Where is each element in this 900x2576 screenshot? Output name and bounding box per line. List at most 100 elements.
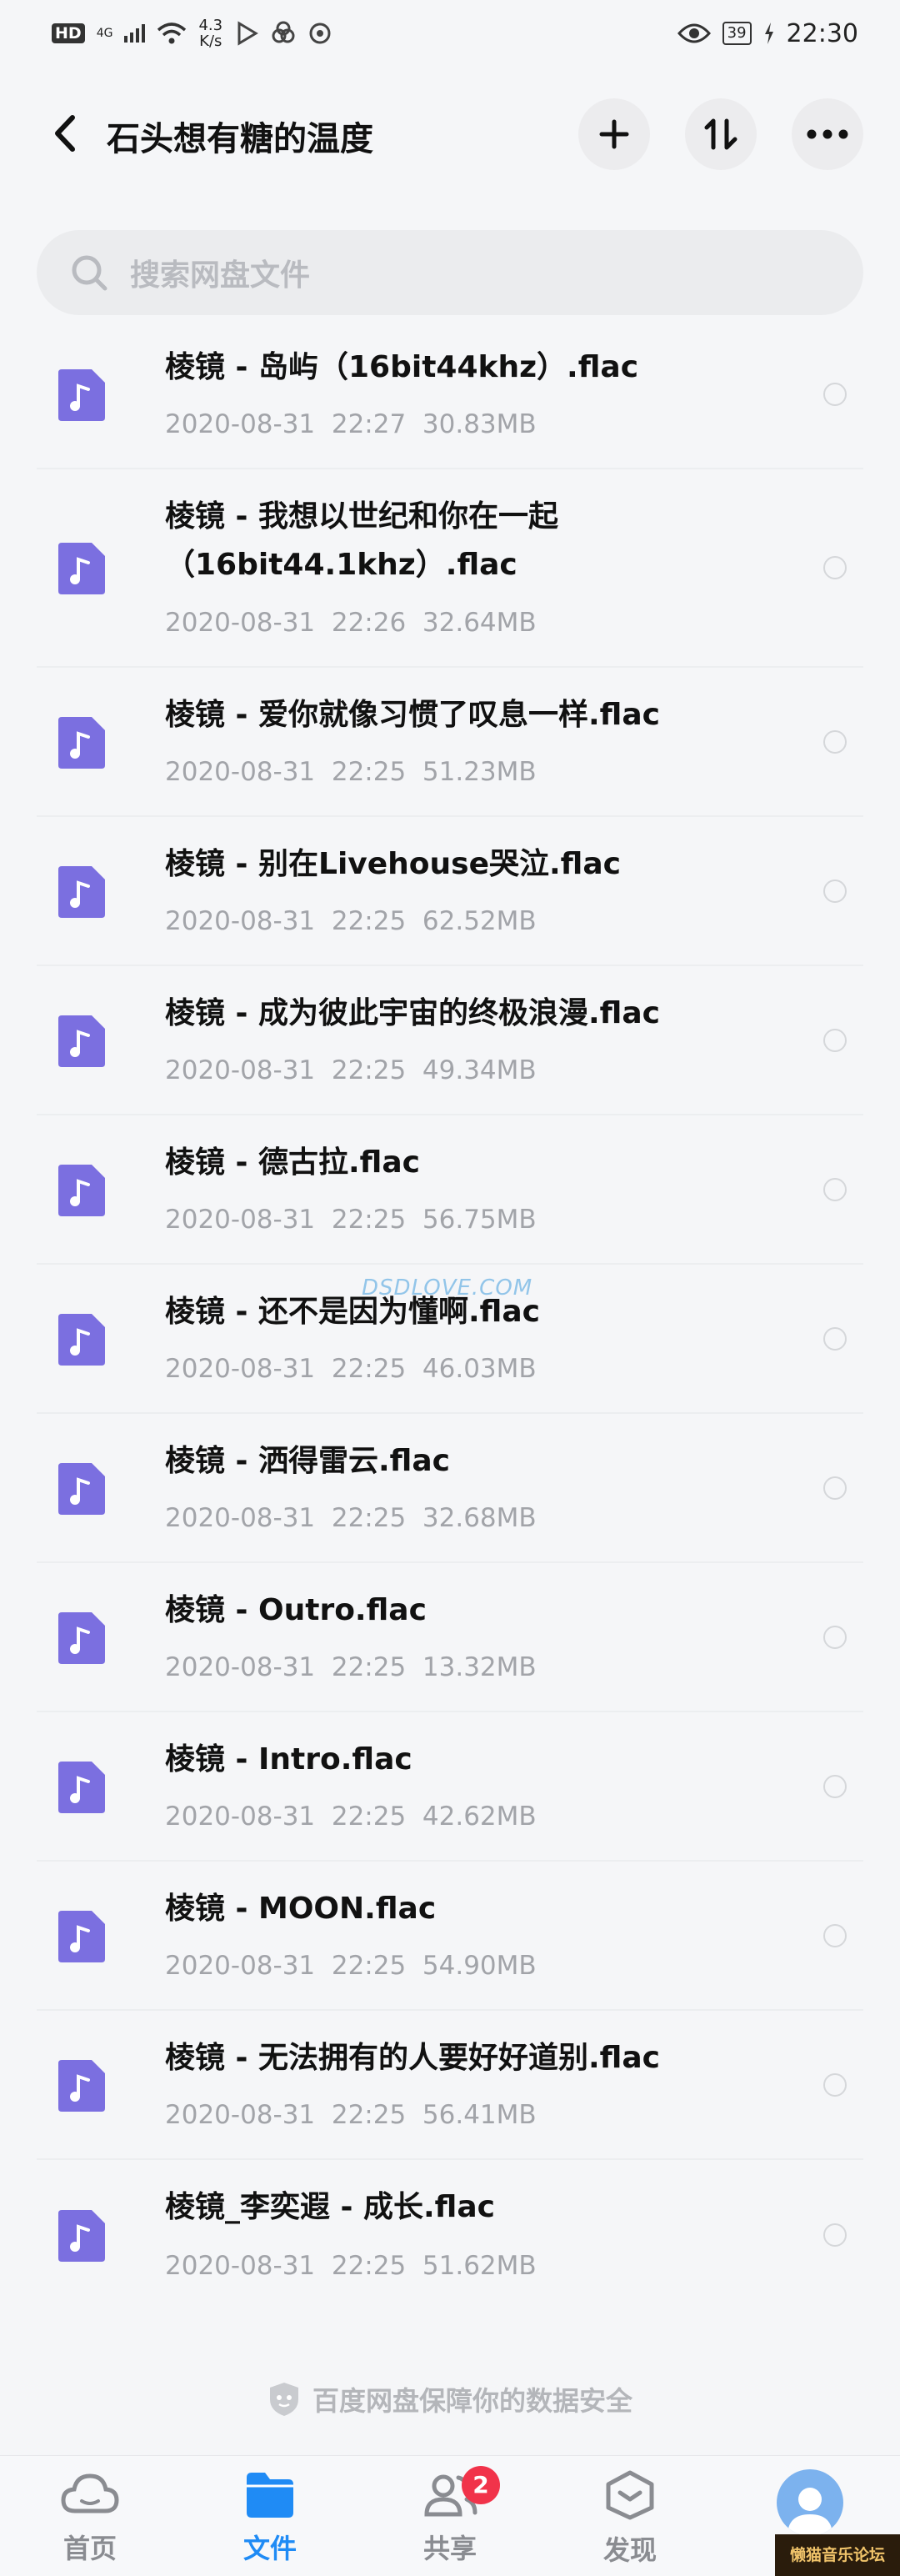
file-row[interactable]: 棱镜 - 无法拥有的人要好好道别.flac 2020-08-31 22:25 5… — [37, 2011, 863, 2160]
file-name: 棱镜 - Intro.flac — [165, 1742, 412, 1777]
select-checkbox[interactable] — [823, 1028, 847, 1052]
status-bar: HD 4G 4.3 K/s 39 22:30 — [0, 0, 900, 67]
file-row[interactable]: 棱镜 - 成为彼此宇宙的终极浪漫.flac 2020-08-31 22:25 4… — [37, 966, 863, 1115]
select-checkbox[interactable] — [823, 1923, 847, 1947]
file-row[interactable]: 棱镜 - MOON.flac 2020-08-31 22:25 54.90MB — [37, 1862, 863, 2011]
file-meta: 2020-08-31 22:25 32.68MB — [165, 1503, 537, 1533]
cloud-icon — [61, 2473, 119, 2513]
audio-file-icon — [58, 1313, 105, 1366]
search-input[interactable]: 搜索网盘文件 — [37, 230, 863, 315]
sort-icon — [704, 118, 738, 150]
select-checkbox[interactable] — [823, 2223, 847, 2247]
page-title: 石头想有糖的温度 — [107, 120, 373, 158]
eye-icon — [677, 23, 711, 43]
file-row[interactable]: 棱镜 - 我想以世纪和你在一起（16bit44.1khz）.flac 2020-… — [37, 469, 863, 668]
file-meta: 2020-08-31 22:25 49.34MB — [165, 1055, 537, 1085]
select-checkbox[interactable] — [823, 382, 847, 406]
add-button[interactable] — [578, 98, 650, 170]
file-row[interactable]: 棱镜 - 洒得雷云.flac 2020-08-31 22:25 32.68MB — [37, 1414, 863, 1563]
network-type: 4G — [96, 27, 113, 40]
speed-value: 4.3 — [198, 17, 223, 34]
audio-file-icon — [58, 716, 105, 769]
audio-file-icon — [58, 2059, 105, 2112]
watermark-text: DSDLOVE.COM — [362, 1275, 533, 1301]
select-checkbox[interactable] — [823, 1326, 847, 1351]
clock: 22:30 — [786, 18, 858, 48]
tab-home[interactable]: 首页 — [32, 2469, 148, 2573]
file-name: 棱镜 - 别在Livehouse哭泣.flac — [165, 847, 621, 881]
file-name: 棱镜 - Outro.flac — [165, 1593, 427, 1627]
sort-button[interactable] — [685, 98, 757, 170]
tab-discover[interactable]: 发现 — [572, 2469, 688, 2573]
tab-home-label: 首页 — [62, 2533, 117, 2564]
tab-files[interactable]: 文件 — [212, 2469, 328, 2573]
file-meta: 2020-08-31 22:25 51.23MB — [165, 757, 537, 787]
file-meta: 2020-08-31 22:25 46.03MB — [165, 1354, 537, 1384]
audio-file-icon — [58, 1761, 105, 1813]
file-name: 棱镜_李奕遐 - 成长.flac — [165, 2190, 496, 2224]
file-row[interactable]: 棱镜_李奕遐 - 成长.flac 2020-08-31 22:25 51.62M… — [37, 2160, 863, 2309]
file-row[interactable]: 棱镜 - 别在Livehouse哭泣.flac 2020-08-31 22:25… — [37, 817, 863, 966]
security-note: 百度网盘保障你的数据安全 — [0, 2376, 900, 2423]
battery-icon: 39 — [722, 22, 752, 45]
avatar — [777, 2469, 843, 2536]
plus-icon — [599, 119, 629, 149]
file-meta: 2020-08-31 22:25 42.62MB — [165, 1802, 537, 1832]
discover-cube-icon — [606, 2470, 654, 2520]
tab-share-label: 共享 — [422, 2533, 477, 2564]
bottom-navigation: 首页 文件 2 共享 发现 — [0, 2455, 900, 2576]
more-button[interactable] — [792, 98, 863, 170]
select-checkbox[interactable] — [823, 1625, 847, 1649]
top-app-bar: 石头想有糖的温度 — [0, 92, 900, 175]
file-name: 棱镜 - MOON.flac — [165, 1892, 437, 1926]
file-meta: 2020-08-31 22:25 56.75MB — [165, 1205, 537, 1235]
search-placeholder: 搜索网盘文件 — [130, 258, 311, 293]
forum-watermark-stamp: 懒猫音乐论坛 — [775, 2534, 900, 2576]
file-name: 棱镜 - 无法拥有的人要好好道别.flac — [165, 2041, 661, 2075]
file-name: 棱镜 - 我想以世纪和你在一起（16bit44.1khz）.flac — [165, 499, 559, 582]
file-name: 棱镜 - 岛屿（16bit44khz）.flac — [165, 350, 639, 384]
tab-share[interactable]: 2 共享 — [392, 2466, 508, 2573]
wifi-icon — [158, 23, 187, 44]
select-checkbox[interactable] — [823, 1177, 847, 1201]
search-icon — [72, 255, 108, 291]
select-checkbox[interactable] — [823, 1476, 847, 1500]
select-checkbox[interactable] — [823, 1774, 847, 1798]
file-row[interactable]: 棱镜 - Outro.flac 2020-08-31 22:25 13.32MB — [37, 1563, 863, 1712]
speed-unit: K/s — [199, 33, 222, 50]
file-name: 棱镜 - 洒得雷云.flac — [165, 1444, 451, 1478]
file-row[interactable]: 棱镜 - 德古拉.flac 2020-08-31 22:25 56.75MB — [37, 1115, 863, 1265]
file-name: 棱镜 - 德古拉.flac — [165, 1145, 421, 1180]
select-checkbox[interactable] — [823, 879, 847, 903]
folder-icon — [247, 2473, 293, 2518]
file-list: 棱镜 - 岛屿（16bit44khz）.flac 2020-08-31 22:2… — [0, 320, 900, 2309]
chevron-left-icon — [55, 115, 75, 152]
file-meta: 2020-08-31 22:25 13.32MB — [165, 1652, 537, 1682]
file-name: 棱镜 - 成为彼此宇宙的终极浪漫.flac — [165, 996, 661, 1030]
tab-discover-label: 发现 — [602, 2534, 657, 2566]
file-row[interactable]: 棱镜 - 岛屿（16bit44khz）.flac 2020-08-31 22:2… — [37, 320, 863, 469]
charging-icon — [764, 23, 773, 44]
signal-icon — [124, 24, 146, 43]
back-button[interactable] — [40, 108, 90, 158]
audio-file-icon — [58, 1015, 105, 1067]
select-checkbox[interactable] — [823, 729, 847, 754]
select-checkbox[interactable] — [823, 2072, 847, 2097]
file-meta: 2020-08-31 22:25 56.41MB — [165, 2100, 537, 2130]
tab-files-label: 文件 — [242, 2533, 297, 2564]
audio-file-icon — [58, 1611, 105, 1664]
file-row[interactable]: 棱镜 - 爱你就像习惯了叹息一样.flac 2020-08-31 22:25 5… — [37, 668, 863, 817]
audio-file-icon — [58, 543, 105, 594]
status-right: 39 22:30 — [677, 18, 858, 48]
file-row[interactable]: 棱镜 - Intro.flac 2020-08-31 22:25 42.62MB — [37, 1712, 863, 1862]
status-left: HD 4G 4.3 K/s — [52, 18, 332, 49]
file-meta: 2020-08-31 22:25 51.62MB — [165, 2251, 537, 2281]
audio-file-icon — [58, 1462, 105, 1515]
sync-icon — [309, 23, 331, 44]
audio-file-icon — [58, 1910, 105, 1962]
audio-file-icon — [58, 865, 105, 918]
app-notification-icon — [272, 21, 295, 43]
select-checkbox[interactable] — [823, 556, 847, 579]
file-meta: 2020-08-31 22:25 62.52MB — [165, 906, 537, 936]
shield-icon — [269, 2383, 298, 2416]
